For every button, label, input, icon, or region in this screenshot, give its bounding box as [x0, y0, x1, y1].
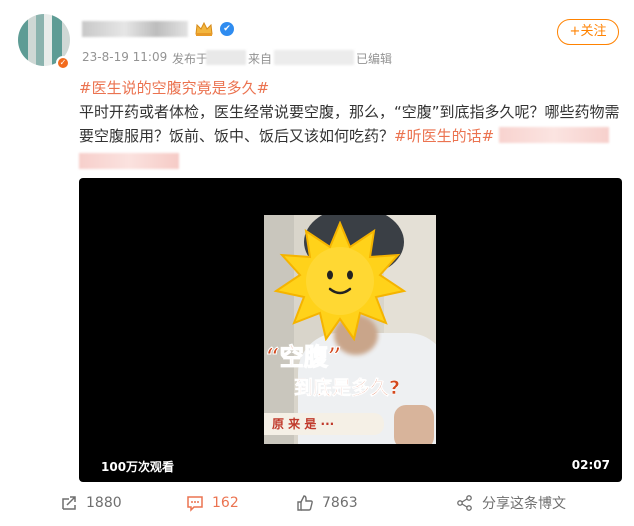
post-timestamp[interactable]: 23-8-19 11:09 [82, 50, 167, 64]
verified-icon: ✔ [220, 22, 234, 36]
avatar-badge-icon: ✓ [56, 56, 70, 70]
repost-button[interactable]: 1880 [60, 492, 122, 514]
device-blurred [274, 50, 354, 65]
share-button[interactable]: 分享这条博文 [456, 492, 566, 514]
action-bar: 1880 162 7863 分享这条博文 [0, 488, 634, 518]
share-label: 分享这条博文 [482, 496, 566, 512]
topic-hashtag[interactable]: #医生说的空腹究竟是多久# [79, 77, 269, 98]
video-overlay-caption: 原 来 是 ··· [264, 413, 384, 435]
source-blurred [206, 50, 246, 65]
comment-button[interactable]: 162 [186, 492, 239, 514]
like-count: 7863 [322, 495, 358, 511]
blurred-link-2[interactable] [79, 153, 179, 169]
video-overlay-title-1: “空腹” [266, 342, 343, 372]
post-content: 平时开药或者体检，医生经常说要空腹，那么，“空腹”到底指多久呢？哪些药物需要空腹… [79, 100, 624, 148]
follow-button[interactable]: +关注 [557, 19, 619, 45]
sun-emoji-icon [273, 221, 407, 341]
blurred-link[interactable] [498, 127, 609, 143]
source-label: 发布于 [172, 52, 209, 66]
video-duration: 02:07 [571, 458, 610, 472]
like-icon [297, 495, 313, 511]
video-overlay-title-2: 到底是多久? [294, 377, 401, 400]
like-button[interactable]: 7863 [296, 492, 358, 514]
share-icon [457, 495, 472, 511]
content-hashtag[interactable]: #听医生的话# [394, 127, 494, 145]
edited-label[interactable]: 已编辑 [356, 50, 392, 67]
crown-icon [195, 21, 213, 36]
repost-icon [62, 496, 76, 510]
comment-count: 162 [212, 495, 239, 511]
video-views: 100万次观看 [101, 460, 175, 474]
video-player[interactable]: “空腹” 到底是多久? 原 来 是 ··· 100万次观看 02:07 [79, 178, 622, 482]
from-label: 来自 [248, 52, 273, 66]
video-thumbnail: “空腹” 到底是多久? 原 来 是 ··· [264, 215, 436, 444]
username-blurred[interactable] [82, 21, 188, 37]
thumb-hand [394, 405, 434, 444]
repost-count: 1880 [86, 495, 122, 511]
comment-icon [187, 496, 203, 512]
